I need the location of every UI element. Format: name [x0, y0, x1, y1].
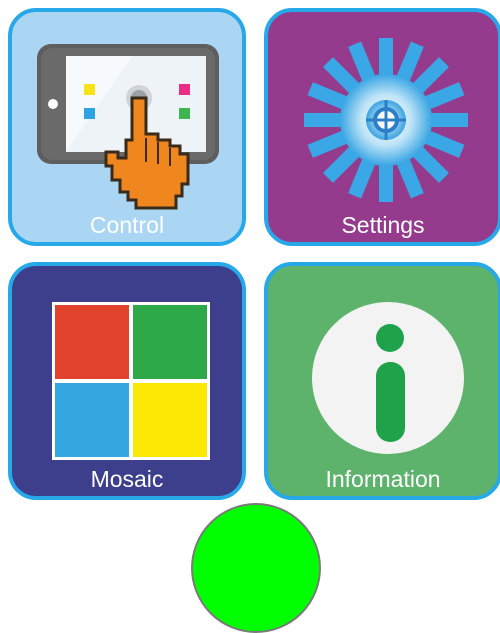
mosaic-label: Mosaic	[90, 466, 164, 492]
control-tile[interactable]: Control	[8, 8, 246, 246]
gear-tooth	[428, 113, 468, 127]
mosaic-blue-square	[55, 383, 129, 457]
status-indicator[interactable]	[191, 503, 321, 633]
information-tile[interactable]: Information	[264, 262, 500, 500]
mosaic-green-square	[133, 305, 207, 379]
settings-label: Settings	[341, 212, 425, 238]
control-label: Control	[89, 212, 165, 238]
mosaic-yellow-square	[133, 383, 207, 457]
gear-tooth	[379, 38, 393, 78]
gear-tooth	[304, 113, 344, 127]
information-label: Information	[325, 466, 441, 492]
mosaic-red-square	[55, 305, 129, 379]
mosaic-tile[interactable]: Mosaic	[8, 262, 246, 500]
mosaic-grid-icon	[52, 302, 210, 460]
info-icon	[312, 302, 464, 454]
tablet-touch-icon	[37, 44, 219, 210]
gear-tooth	[379, 162, 393, 202]
settings-tile[interactable]: Settings	[264, 8, 500, 246]
gear-icon	[304, 38, 468, 202]
